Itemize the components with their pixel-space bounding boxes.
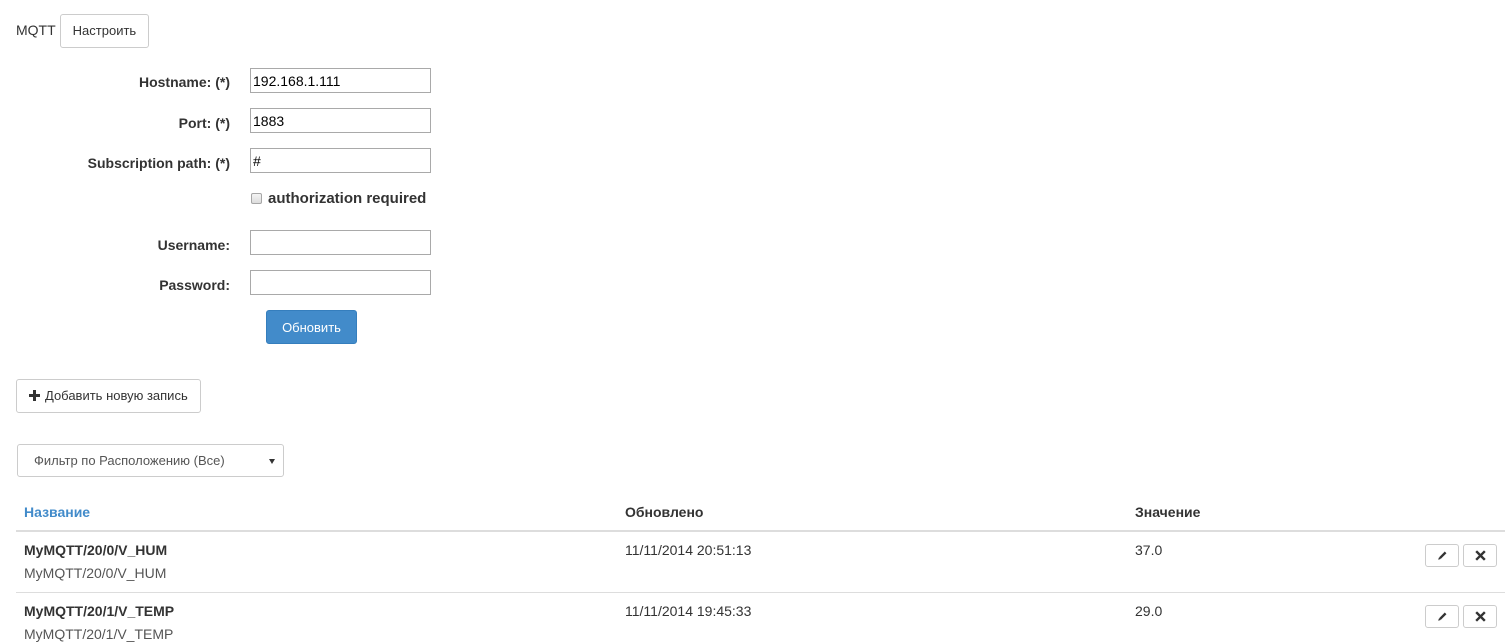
add-record-label: Добавить новую запись: [45, 388, 188, 403]
subscription-path-input[interactable]: [250, 148, 431, 173]
mqtt-settings-page: MQTT Настроить Hostname: (*) Port: (*) S…: [0, 0, 1511, 642]
subscription-path-label: Subscription path: (*): [87, 154, 230, 171]
username-label: Username:: [157, 236, 230, 253]
add-record-button[interactable]: Добавить новую запись: [16, 379, 201, 413]
row-name: MyMQTT/20/0/V_HUM: [24, 542, 168, 558]
caret-down-icon: [269, 459, 275, 464]
row-name: MyMQTT/20/1/V_TEMP: [24, 603, 175, 619]
row-updated: 11/11/2014 19:45:33: [625, 603, 752, 619]
port-label: Port: (*): [178, 114, 230, 131]
close-icon: [1475, 611, 1486, 622]
location-filter-select[interactable]: Фильтр по Расположению (Все): [17, 444, 284, 477]
auth-checkbox-row[interactable]: authorization required: [251, 190, 426, 207]
module-name: MQTT: [16, 22, 56, 38]
row-path: MyMQTT/20/1/V_TEMP: [24, 626, 174, 642]
hostname-input[interactable]: [250, 68, 431, 93]
configure-button[interactable]: Настроить: [59, 14, 150, 48]
username-row: Username:: [0, 232, 230, 257]
username-input[interactable]: [250, 230, 431, 255]
table-header-row: Название Обновлено Значение: [16, 494, 1505, 532]
row-value: 29.0: [1135, 603, 1163, 619]
password-row: Password:: [0, 272, 230, 297]
hostname-label: Hostname: (*): [138, 73, 230, 90]
pencil-icon: [1438, 551, 1447, 560]
subscription-path-row: Subscription path: (*): [0, 150, 230, 175]
row-value: 37.0: [1135, 542, 1163, 558]
delete-button[interactable]: [1463, 605, 1497, 628]
close-icon: [1475, 550, 1486, 561]
row-path: MyMQTT/20/0/V_HUM: [24, 565, 167, 581]
location-filter-value: Фильтр по Расположению (Все): [34, 453, 225, 468]
pencil-icon: [1438, 612, 1447, 621]
hostname-row: Hostname: (*): [0, 69, 230, 94]
plus-icon: [29, 390, 40, 401]
edit-button[interactable]: [1425, 605, 1459, 628]
password-input[interactable]: [250, 270, 431, 295]
update-button[interactable]: Обновить: [266, 310, 357, 344]
column-header-updated: Обновлено: [625, 504, 704, 520]
auth-checkbox-label[interactable]: authorization required: [268, 190, 426, 207]
delete-button[interactable]: [1463, 544, 1497, 567]
port-input[interactable]: [250, 108, 431, 133]
row-updated: 11/11/2014 20:51:13: [625, 542, 752, 558]
column-header-name[interactable]: Название: [24, 504, 90, 520]
port-row: Port: (*): [0, 110, 230, 135]
column-header-value: Значение: [1135, 504, 1201, 520]
edit-button[interactable]: [1425, 544, 1459, 567]
table-row: MyMQTT/20/0/V_HUM MyMQTT/20/0/V_HUM 11/1…: [16, 532, 1505, 593]
auth-checkbox[interactable]: [251, 193, 262, 204]
records-table: Название Обновлено Значение MyMQTT/20/0/…: [16, 494, 1505, 642]
table-row: MyMQTT/20/1/V_TEMP MyMQTT/20/1/V_TEMP 11…: [16, 593, 1505, 642]
module-header: MQTT Настроить: [16, 14, 150, 48]
password-label: Password:: [159, 276, 230, 293]
